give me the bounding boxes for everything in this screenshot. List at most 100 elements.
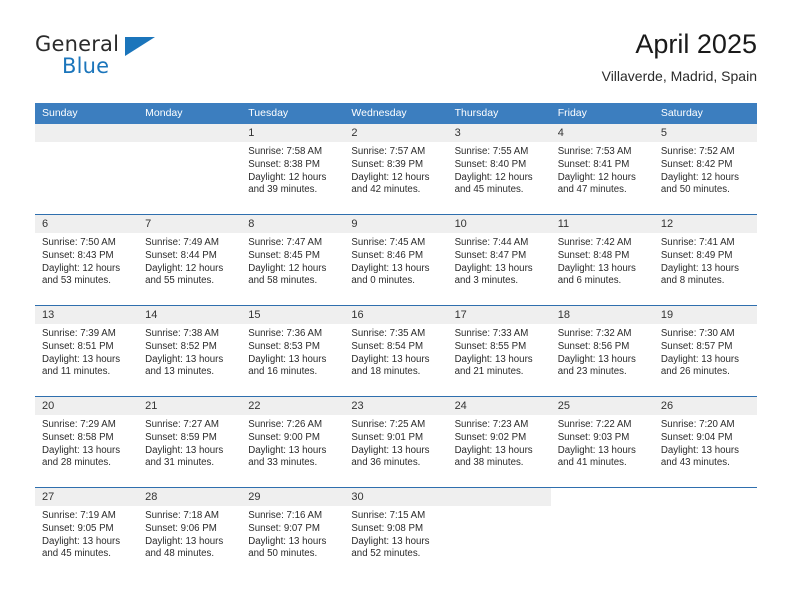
logo-text-general: General xyxy=(35,32,120,56)
day-sunrise-text: Sunrise: 7:55 AM xyxy=(454,146,529,157)
day-cell[interactable]: 24 Sunrise: 7:23 AM Sunset: 9:02 PM Dayligh… xyxy=(447,397,551,487)
day-daylight-1-text: Daylight: 13 hours xyxy=(145,444,224,456)
day-daylight-2-text: and 28 minutes. xyxy=(42,457,111,469)
weekday-header-monday: Monday xyxy=(145,107,183,119)
day-sunset-text: Sunset: 8:45 PM xyxy=(248,249,320,261)
day-number xyxy=(447,488,551,506)
day-cell[interactable]: 10 Sunrise: 7:44 AM Sunset: 8:47 PM Dayligh… xyxy=(447,215,551,305)
day-cell[interactable]: 11 Sunrise: 7:42 AM Sunset: 8:48 PM Dayligh… xyxy=(550,215,654,305)
day-number: 5 xyxy=(653,124,757,142)
day-cell[interactable]: 15 Sunrise: 7:36 AM Sunset: 8:53 PM Dayligh… xyxy=(241,306,345,396)
day-cell[interactable]: 21 Sunrise: 7:27 AM Sunset: 8:59 PM Dayligh… xyxy=(138,397,242,487)
day-sunrise-text: Sunrise: 7:36 AM xyxy=(248,328,323,339)
day-cell[interactable]: 4 Sunrise: 7:53 AM Sunset: 8:41 PM Daylight… xyxy=(550,124,654,214)
day-sunrise-text: Sunrise: 7:58 AM xyxy=(248,146,323,157)
day-cell[interactable]: 16 Sunrise: 7:35 AM Sunset: 8:54 PM Dayligh… xyxy=(344,306,448,396)
day-cell[interactable]: 26 Sunrise: 7:20 AM Sunset: 9:04 PM Dayligh… xyxy=(653,397,757,487)
day-sunset-text: Sunset: 8:54 PM xyxy=(351,340,424,352)
day-cell[interactable]: 7 Sunrise: 7:49 AM Sunset: 8:44 PM Daylight… xyxy=(138,215,242,305)
day-sunset-text: Sunset: 9:04 PM xyxy=(660,431,733,443)
day-sun-info: Sunrise: 7:29 AM Sunset: 8:58 PM Daylight:… xyxy=(35,415,138,470)
day-daylight-1-text: Daylight: 13 hours xyxy=(248,535,327,547)
day-number: 20 xyxy=(35,397,139,415)
day-daylight-2-text: and 38 minutes. xyxy=(454,457,524,469)
day-sunrise-text: Sunrise: 7:44 AM xyxy=(454,237,529,248)
day-sunrise-text: Sunrise: 7:42 AM xyxy=(557,237,632,248)
day-number: 17 xyxy=(447,306,551,324)
day-sunset-text: Sunset: 8:55 PM xyxy=(454,340,527,352)
day-daylight-1-text: Daylight: 13 hours xyxy=(454,444,533,456)
day-daylight-2-text: and 41 minutes. xyxy=(557,457,627,469)
day-cell[interactable]: 25 Sunrise: 7:22 AM Sunset: 9:03 PM Dayligh… xyxy=(550,397,654,487)
day-sunset-text: Sunset: 9:01 PM xyxy=(351,431,424,443)
day-cell[interactable]: 19 Sunrise: 7:30 AM Sunset: 8:57 PM Dayligh… xyxy=(653,306,757,396)
calendar-week-row: 13 Sunrise: 7:39 AM Sunset: 8:51 PM Dayligh… xyxy=(35,305,757,396)
general-blue-logo[interactable]: General Blue xyxy=(35,32,155,84)
calendar-week-row: 27 Sunrise: 7:19 AM Sunset: 9:05 PM Dayligh… xyxy=(35,487,757,578)
day-sun-info: Sunrise: 7:55 AM Sunset: 8:40 PM Daylight:… xyxy=(448,142,551,197)
day-number: 6 xyxy=(35,215,139,233)
day-sunset-text: Sunset: 8:47 PM xyxy=(454,249,527,261)
day-daylight-2-text: and 31 minutes. xyxy=(145,457,215,469)
day-daylight-2-text: and 36 minutes. xyxy=(351,457,421,469)
day-daylight-1-text: Daylight: 13 hours xyxy=(42,353,121,365)
day-sunset-text: Sunset: 8:48 PM xyxy=(557,249,630,261)
day-sunrise-text: Sunrise: 7:35 AM xyxy=(351,328,426,339)
day-number: 11 xyxy=(550,215,654,233)
day-daylight-2-text: and 55 minutes. xyxy=(145,275,215,287)
day-cell[interactable]: 14 Sunrise: 7:38 AM Sunset: 8:52 PM Dayligh… xyxy=(138,306,242,396)
day-number xyxy=(654,488,757,506)
day-cell[interactable]: 23 Sunrise: 7:25 AM Sunset: 9:01 PM Dayligh… xyxy=(344,397,448,487)
day-cell[interactable]: 17 Sunrise: 7:33 AM Sunset: 8:55 PM Dayligh… xyxy=(447,306,551,396)
day-sun-info: Sunrise: 7:25 AM Sunset: 9:01 PM Daylight:… xyxy=(344,415,447,470)
day-cell[interactable]: 20 Sunrise: 7:29 AM Sunset: 8:58 PM Dayligh… xyxy=(35,397,139,487)
day-sun-info: Sunrise: 7:52 AM Sunset: 8:42 PM Daylight:… xyxy=(654,142,757,197)
day-sunrise-text: Sunrise: 7:32 AM xyxy=(557,328,632,339)
day-sun-info: Sunrise: 7:32 AM Sunset: 8:56 PM Daylight:… xyxy=(551,324,654,379)
day-sunrise-text: Sunrise: 7:49 AM xyxy=(145,237,219,248)
day-sunset-text: Sunset: 8:58 PM xyxy=(42,431,114,443)
day-cell[interactable]: 6 Sunrise: 7:50 AM Sunset: 8:43 PM Daylight… xyxy=(35,215,139,305)
day-cell[interactable]: 5 Sunrise: 7:52 AM Sunset: 8:42 PM Daylight… xyxy=(653,124,757,214)
day-daylight-2-text: and 23 minutes. xyxy=(557,366,627,378)
day-sunrise-text: Sunrise: 7:19 AM xyxy=(42,510,116,521)
day-cell[interactable]: 1 Sunrise: 7:58 AM Sunset: 8:38 PM Daylight… xyxy=(241,124,345,214)
day-cell[interactable]: 9 Sunrise: 7:45 AM Sunset: 8:46 PM Daylight… xyxy=(344,215,448,305)
day-cell[interactable]: 30 Sunrise: 7:15 AM Sunset: 9:08 PM Dayligh… xyxy=(344,488,448,578)
day-daylight-2-text: and 42 minutes. xyxy=(351,184,421,196)
weekday-header-friday: Friday xyxy=(557,107,587,119)
day-sunrise-text: Sunrise: 7:25 AM xyxy=(351,419,426,430)
day-cell[interactable]: 13 Sunrise: 7:39 AM Sunset: 8:51 PM Dayligh… xyxy=(35,306,139,396)
day-daylight-2-text: and 26 minutes. xyxy=(660,366,730,378)
day-sunrise-text: Sunrise: 7:30 AM xyxy=(660,328,735,339)
day-daylight-2-text: and 0 minutes. xyxy=(351,275,415,287)
day-sunrise-text: Sunrise: 7:41 AM xyxy=(660,237,735,248)
day-cell[interactable]: 27 Sunrise: 7:19 AM Sunset: 9:05 PM Dayligh… xyxy=(35,488,139,578)
day-daylight-1-text: Daylight: 12 hours xyxy=(351,171,430,183)
day-cell[interactable]: 3 Sunrise: 7:55 AM Sunset: 8:40 PM Daylight… xyxy=(447,124,551,214)
day-daylight-2-text: and 48 minutes. xyxy=(145,548,215,560)
day-daylight-1-text: Daylight: 12 hours xyxy=(248,171,327,183)
day-number: 19 xyxy=(653,306,757,324)
day-cell[interactable]: 29 Sunrise: 7:16 AM Sunset: 9:07 PM Dayligh… xyxy=(241,488,345,578)
day-sunset-text: Sunset: 8:51 PM xyxy=(42,340,114,352)
day-cell[interactable]: 22 Sunrise: 7:26 AM Sunset: 9:00 PM Dayligh… xyxy=(241,397,345,487)
day-cell[interactable]: 28 Sunrise: 7:18 AM Sunset: 9:06 PM Dayligh… xyxy=(138,488,242,578)
day-sunset-text: Sunset: 9:07 PM xyxy=(248,522,320,534)
day-cell[interactable]: 18 Sunrise: 7:32 AM Sunset: 8:56 PM Dayligh… xyxy=(550,306,654,396)
day-daylight-1-text: Daylight: 13 hours xyxy=(42,535,121,547)
day-daylight-2-text: and 47 minutes. xyxy=(557,184,627,196)
day-cell[interactable]: 2 Sunrise: 7:57 AM Sunset: 8:39 PM Daylight… xyxy=(344,124,448,214)
day-sunset-text: Sunset: 8:49 PM xyxy=(660,249,733,261)
day-cell-blank xyxy=(138,124,242,214)
day-number: 10 xyxy=(447,215,551,233)
day-sunrise-text: Sunrise: 7:22 AM xyxy=(557,419,632,430)
day-sun-info: Sunrise: 7:38 AM Sunset: 8:52 PM Daylight:… xyxy=(138,324,241,379)
day-daylight-1-text: Daylight: 13 hours xyxy=(660,444,739,456)
day-cell[interactable]: 8 Sunrise: 7:47 AM Sunset: 8:45 PM Daylight… xyxy=(241,215,345,305)
day-cell[interactable]: 12 Sunrise: 7:41 AM Sunset: 8:49 PM Dayligh… xyxy=(653,215,757,305)
day-sun-info: Sunrise: 7:57 AM Sunset: 8:39 PM Daylight:… xyxy=(344,142,447,197)
day-number: 9 xyxy=(344,215,448,233)
day-sun-info: Sunrise: 7:27 AM Sunset: 8:59 PM Daylight:… xyxy=(138,415,241,470)
day-sunset-text: Sunset: 8:52 PM xyxy=(145,340,217,352)
